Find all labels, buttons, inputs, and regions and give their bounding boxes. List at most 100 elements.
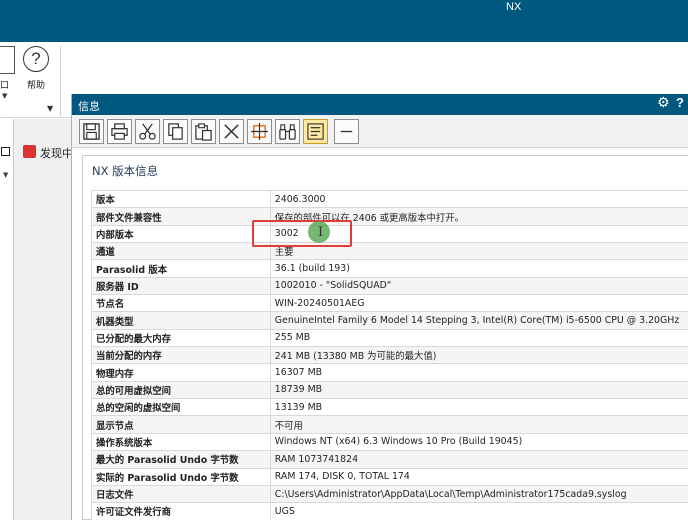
print-button[interactable] bbox=[107, 119, 132, 144]
info-key: 节点名 bbox=[91, 294, 271, 313]
navigator-panel: ▼ 发现中 bbox=[0, 119, 73, 520]
binoculars-button[interactable] bbox=[275, 119, 300, 144]
help-icon[interactable]: ? bbox=[23, 46, 49, 72]
info-key: 总的可用虚拟空间 bbox=[91, 380, 271, 400]
copy-icon bbox=[168, 123, 183, 140]
chevron-down-icon[interactable]: ▼ bbox=[3, 171, 8, 179]
help-icon[interactable]: ? bbox=[676, 95, 684, 110]
table-row: 当前分配的内存 241 MB (13380 MB 为可能的最大值) bbox=[91, 346, 688, 365]
delete-button[interactable] bbox=[219, 119, 244, 144]
dialog-titlebar: 信息 ⚙ ? bbox=[72, 94, 688, 115]
table-row: 最大的 Parasolid Undo 字节数 RAM 1073741824 bbox=[91, 450, 688, 469]
table-row: 物理内存 16307 MB bbox=[91, 363, 688, 382]
table-row: 服务器 ID 1002010 - "SolidSQUAD" bbox=[91, 276, 688, 296]
info-key: 显示节点 bbox=[91, 415, 271, 434]
save-button[interactable] bbox=[79, 119, 104, 144]
info-key: 内部版本 bbox=[91, 224, 271, 244]
table-row: 总的空闲的虚拟空间 13139 MB bbox=[91, 398, 688, 417]
window-box-icon[interactable] bbox=[1, 147, 10, 156]
info-key: Parasolid 版本 bbox=[91, 259, 271, 278]
save-icon bbox=[83, 123, 100, 140]
info-content: NX 版本信息 版本 2406.3000 部件文件兼容性 保存的部件可以在 2406 … bbox=[82, 155, 688, 520]
minimize-button[interactable] bbox=[334, 119, 359, 144]
info-value: WIN-20240501AEG bbox=[269, 294, 688, 313]
table-row: 日志文件 C:\Users\Administrator\AppData\Local… bbox=[91, 484, 688, 504]
table-row: 实际的 Parasolid Undo 字节数 RAM 174, DISK 0, T… bbox=[91, 467, 688, 486]
info-key: 总的空闲的虚拟空间 bbox=[91, 398, 271, 417]
info-key: 服务器 ID bbox=[91, 276, 271, 296]
find-button[interactable] bbox=[247, 119, 272, 144]
info-value: 36.1 (build 193) bbox=[269, 259, 688, 278]
cut-button[interactable] bbox=[135, 119, 160, 144]
info-key: 日志文件 bbox=[91, 484, 271, 504]
info-key: 当前分配的内存 bbox=[91, 346, 271, 365]
table-row: 操作系统版本 Windows NT (x64) 6.3 Windows 10 Pr… bbox=[91, 432, 688, 452]
info-value: 1002010 - "SolidSQUAD" bbox=[269, 276, 688, 296]
cut-icon bbox=[139, 123, 156, 140]
paste-button[interactable] bbox=[191, 119, 216, 144]
info-value: 18739 MB bbox=[269, 380, 688, 400]
wrap-text-icon bbox=[307, 123, 324, 140]
table-row: 显示节点 不可用 bbox=[91, 415, 688, 434]
resource-strip: ▼ bbox=[0, 119, 14, 520]
info-value: 不可用 bbox=[269, 415, 688, 434]
window-button-label: 口 bbox=[0, 81, 10, 91]
info-value: C:\Users\Administrator\AppData\Local\Tem… bbox=[269, 484, 688, 504]
discover-tab-label[interactable]: 发现中 bbox=[40, 145, 73, 161]
info-value: GenuineIntel Family 6 Model 14 Stepping … bbox=[269, 311, 688, 330]
info-key: 许可证文件发行商 bbox=[91, 502, 271, 520]
info-key: 版本 bbox=[91, 189, 271, 209]
table-row: 内部版本 3002 bbox=[91, 224, 688, 244]
info-value: 255 MB bbox=[269, 328, 688, 348]
ribbon-more-icon[interactable]: ▼ bbox=[47, 104, 53, 113]
table-row: 部件文件兼容性 保存的部件可以在 2406 或更高版本中打开。 bbox=[91, 207, 688, 226]
discover-icon[interactable] bbox=[23, 145, 36, 158]
info-dialog: 信息 ⚙ ? NX 版本信息 版本 2406.3000 部件文件兼容性 保存的部… bbox=[71, 94, 688, 520]
help-button-label: 帮助 bbox=[27, 81, 46, 91]
info-value: 13139 MB bbox=[269, 398, 688, 417]
internal-version-highlight bbox=[252, 220, 352, 247]
table-row: 总的可用虚拟空间 18739 MB bbox=[91, 380, 688, 400]
table-row: 许可证文件发行商 UGS bbox=[91, 502, 688, 520]
delete-icon bbox=[224, 124, 239, 139]
find-icon bbox=[250, 122, 269, 141]
gear-icon[interactable]: ⚙ bbox=[657, 95, 670, 111]
table-row: 已分配的最大内存 255 MB bbox=[91, 328, 688, 348]
info-key: 机器类型 bbox=[91, 311, 271, 330]
binoculars-icon bbox=[279, 124, 296, 140]
version-info-table: 版本 2406.3000 部件文件兼容性 保存的部件可以在 2406 或更高版本中打开… bbox=[91, 189, 688, 520]
info-key: 实际的 Parasolid Undo 字节数 bbox=[91, 467, 271, 486]
chevron-down-icon[interactable]: ▼ bbox=[2, 92, 7, 100]
minimize-icon bbox=[340, 130, 353, 133]
table-row: 版本 2406.3000 bbox=[91, 189, 688, 209]
info-key: 已分配的最大内存 bbox=[91, 328, 271, 348]
info-key: 最大的 Parasolid Undo 字节数 bbox=[91, 450, 271, 469]
info-value: UGS bbox=[269, 502, 688, 520]
info-value: 2406.3000 bbox=[269, 189, 688, 209]
table-row: 节点名 WIN-20240501AEG bbox=[91, 294, 688, 313]
info-value: 16307 MB bbox=[269, 363, 688, 382]
info-key: 操作系统版本 bbox=[91, 432, 271, 452]
table-row: Parasolid 版本 36.1 (build 193) bbox=[91, 259, 688, 278]
info-value: RAM 1073741824 bbox=[269, 450, 688, 469]
info-value: 241 MB (13380 MB 为可能的最大值) bbox=[269, 346, 688, 365]
print-icon bbox=[111, 123, 128, 140]
wrap-text-button[interactable] bbox=[303, 119, 328, 144]
text-cursor-icon: I bbox=[318, 225, 324, 240]
info-key: 通道 bbox=[91, 242, 271, 261]
info-key: 部件文件兼容性 bbox=[91, 207, 271, 226]
dialog-toolbar bbox=[72, 115, 688, 148]
app-titlebar: NX bbox=[0, 0, 688, 42]
paste-icon bbox=[195, 123, 212, 141]
version-info-title: NX 版本信息 bbox=[92, 164, 159, 178]
table-row: 机器类型 GenuineIntel Family 6 Model 14 Stepp… bbox=[91, 311, 688, 330]
info-key: 物理内存 bbox=[91, 363, 271, 382]
dialog-title: 信息 bbox=[78, 100, 100, 113]
info-value: RAM 174, DISK 0, TOTAL 174 bbox=[269, 467, 688, 486]
window-button[interactable] bbox=[0, 46, 15, 74]
app-title: NX bbox=[506, 1, 522, 13]
ribbon-divider bbox=[60, 46, 61, 116]
info-value: Windows NT (x64) 6.3 Windows 10 Pro (Bui… bbox=[269, 432, 688, 452]
copy-button[interactable] bbox=[163, 119, 188, 144]
table-row: 通道 主要 bbox=[91, 242, 688, 261]
